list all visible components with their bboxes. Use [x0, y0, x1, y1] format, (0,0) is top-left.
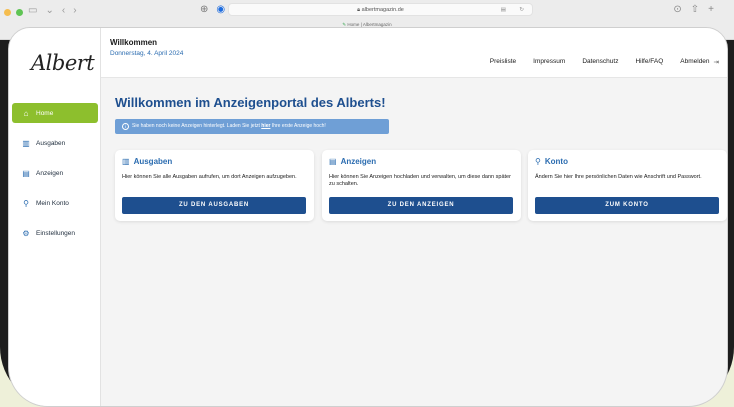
sidebar: Albert ⌂ Home ▥ Ausgaben ▤ Anzeigen ⚲ Me… — [9, 28, 101, 406]
download-icon[interactable]: ⊙ — [673, 4, 681, 15]
url-text: albertmagazin.de — [361, 7, 404, 13]
zu-den-ausgaben-button[interactable]: ZU DEN AUSGABEN — [122, 197, 306, 214]
nav-link-abmelden[interactable]: Abmelden — [680, 58, 709, 66]
device-frame: ▭ ⌄ ‹ › ⊕ ◉ 🔒︎ albertmagazin.de ▤ ↻ ✎ Ho… — [0, 0, 734, 407]
logout-icon[interactable]: ⇥ — [714, 58, 719, 66]
sidebar-item-ausgaben[interactable]: ▥ Ausgaben — [12, 133, 98, 153]
albert-logo[interactable]: Albert — [31, 51, 95, 75]
card-anzeigen: ▤ Anzeigen Hier können Sie Anzeigen hochl… — [322, 150, 521, 221]
card-title: Konto — [544, 157, 568, 166]
header-title: Willkommen — [110, 38, 158, 47]
card-description: Ändern Sie hier Ihre persönlichen Daten … — [535, 174, 702, 180]
back-icon[interactable]: ‹ — [62, 5, 65, 16]
info-icon: i — [122, 123, 129, 130]
zoom-button[interactable] — [16, 9, 23, 16]
sidebar-item-label: Mein Konto — [36, 199, 69, 207]
sidebar-item-label: Home — [36, 109, 54, 117]
sidebar-toggle-icon[interactable]: ▭ — [28, 5, 37, 16]
web-app: Albert ⌂ Home ▥ Ausgaben ▤ Anzeigen ⚲ Me… — [8, 27, 728, 407]
sidebar-nav: ⌂ Home ▥ Ausgaben ▤ Anzeigen ⚲ Mein Kont… — [9, 103, 101, 253]
sidebar-item-home[interactable]: ⌂ Home — [12, 103, 98, 123]
card-header: ⚲ Konto — [535, 157, 568, 166]
header-date: Donnerstag, 4. April 2024 — [110, 50, 184, 57]
privacy-icon[interactable]: ⊕ — [200, 4, 208, 15]
page-title: Willkommen im Anzeigenportal des Alberts… — [115, 95, 386, 110]
sidebar-item-einstellungen[interactable]: ⚙ Einstellungen — [12, 223, 98, 243]
chevron-down-icon[interactable]: ⌄ — [45, 5, 53, 16]
book-icon: ▥ — [22, 138, 30, 148]
book-icon: ▥ — [122, 157, 130, 166]
browser-actions: ⊙ ⇧ + — [673, 4, 714, 15]
sidebar-item-label: Anzeigen — [36, 169, 64, 177]
nav-link-impressum[interactable]: Impressum — [533, 58, 565, 66]
zu-den-anzeigen-button[interactable]: ZU DEN ANZEIGEN — [329, 197, 513, 214]
user-icon: ⚲ — [535, 157, 541, 166]
share-icon[interactable]: ⇧ — [691, 4, 699, 15]
extension-icon[interactable]: ◉ — [216, 4, 225, 15]
sidebar-item-label: Ausgaben — [36, 139, 66, 147]
new-tab-icon[interactable]: + — [708, 4, 714, 15]
card-title: Ausgaben — [133, 157, 173, 166]
reader-icon[interactable]: ▤ — [501, 4, 506, 16]
reload-icon[interactable]: ↻ — [519, 4, 524, 16]
window-controls — [4, 9, 23, 16]
card-header: ▤ Anzeigen — [329, 157, 376, 166]
nav-link-preisliste[interactable]: Preisliste — [490, 58, 516, 66]
main-content: Willkommen im Anzeigenportal des Alberts… — [101, 78, 727, 406]
card-header: ▥ Ausgaben — [122, 157, 172, 166]
card-konto: ⚲ Konto Ändern Sie hier Ihre persönlichen… — [528, 150, 727, 221]
info-alert: i Sie haben noch keine Anzeigen hinterleg… — [115, 119, 389, 134]
card-description: Hier können Sie Anzeigen hochladen und v… — [329, 174, 511, 187]
home-icon: ⌂ — [23, 108, 29, 118]
forward-icon[interactable]: › — [73, 5, 76, 16]
card-ausgaben: ▥ Ausgaben Hier können Sie alle Ausgaben … — [115, 150, 314, 221]
alert-text-before: Sie haben noch keine Anzeigen hinterlegt… — [132, 123, 262, 129]
sidebar-item-anzeigen[interactable]: ▤ Anzeigen — [12, 163, 98, 183]
document-icon: ▤ — [329, 157, 337, 166]
lock-icon: 🔒︎ — [357, 7, 361, 13]
gear-icon: ⚙ — [22, 228, 30, 238]
browser-nav-icons: ▭ ⌄ ‹ › — [28, 5, 77, 16]
sidebar-item-label: Einstellungen — [36, 229, 76, 237]
nav-link-hilfe-faq[interactable]: Hilfe/FAQ — [635, 58, 663, 66]
card-title: Anzeigen — [340, 157, 377, 166]
extension-icons: ⊕ ◉ — [200, 4, 225, 15]
nav-link-datenschutz[interactable]: Datenschutz — [582, 58, 618, 66]
document-icon: ▤ — [22, 168, 30, 178]
alert-text-after: Ihre erste Anzeige hoch! — [270, 123, 326, 129]
user-icon: ⚲ — [23, 198, 29, 208]
address-bar[interactable]: 🔒︎ albertmagazin.de ▤ ↻ — [228, 3, 533, 16]
card-description: Hier können Sie alle Ausgaben aufrufen, … — [122, 174, 297, 180]
minimize-button[interactable] — [4, 9, 11, 16]
top-header: Willkommen Donnerstag, 4. April 2024 Pre… — [101, 28, 727, 78]
top-nav: Preisliste Impressum Datenschutz Hilfe/F… — [490, 58, 719, 66]
zum-konto-button[interactable]: ZUM KONTO — [535, 197, 719, 214]
welcome-block: Willkommen Donnerstag, 4. April 2024 — [110, 38, 183, 57]
sidebar-item-mein-konto[interactable]: ⚲ Mein Konto — [12, 193, 98, 213]
